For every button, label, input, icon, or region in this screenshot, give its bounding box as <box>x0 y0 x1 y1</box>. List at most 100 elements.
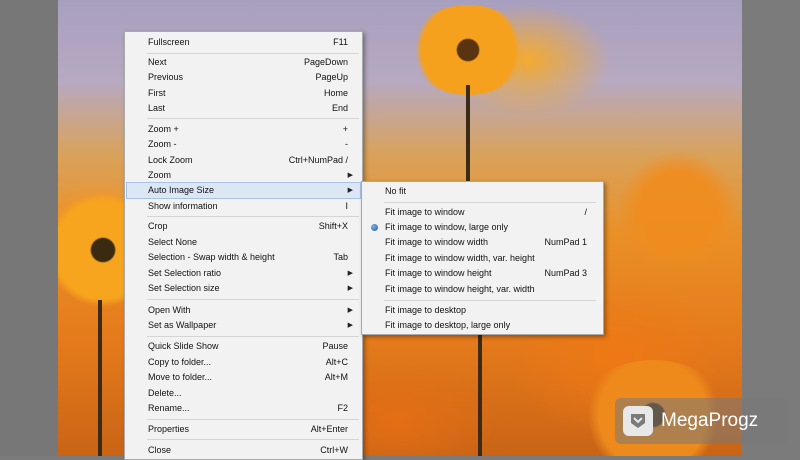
menu-item-zoom[interactable]: Zoom ▶ <box>127 168 360 183</box>
menu-item-label: Auto Image Size <box>148 185 215 195</box>
viewer-left-margin <box>0 0 58 456</box>
menu-item-lock-zoom[interactable]: Lock Zoom Ctrl+NumPad / <box>127 153 360 168</box>
menu-item-label: Previous <box>148 72 184 82</box>
menu-item-label: Open With <box>148 305 191 315</box>
flower-stem <box>98 300 102 456</box>
menu-item-label: Next <box>148 57 167 67</box>
menu-item-shortcut: PageUp <box>315 72 348 82</box>
menu-item-shortcut: Pause <box>322 341 348 351</box>
menu-separator <box>384 300 596 301</box>
menu-item-label: Set Selection size <box>148 283 220 293</box>
menu-item-zoom-out[interactable]: Zoom - - <box>127 137 360 152</box>
menu-item-label: Move to folder... <box>148 372 213 382</box>
menu-separator <box>147 336 359 337</box>
selected-radio-icon <box>371 224 378 231</box>
submenu-item-fit-window[interactable]: Fit image to window / <box>364 205 601 220</box>
menu-separator <box>147 299 359 300</box>
menu-item-select-none[interactable]: Select None <box>127 235 360 250</box>
menu-item-label: Fit image to window width, var. height <box>385 253 535 263</box>
menu-separator <box>147 53 359 54</box>
menu-item-label: Zoom - <box>148 139 177 149</box>
menu-item-quick-slide-show[interactable]: Quick Slide Show Pause <box>127 339 360 354</box>
submenu-item-no-fit[interactable]: No fit <box>364 184 601 199</box>
menu-item-show-information[interactable]: Show information I <box>127 199 360 214</box>
menu-item-shortcut: NumPad 3 <box>544 268 587 278</box>
menu-item-shortcut: / <box>584 207 587 217</box>
brand-logo-icon <box>623 406 653 436</box>
watermark-text: MegaProgz <box>661 410 759 431</box>
submenu-item-fit-window-large-only[interactable]: Fit image to window, large only <box>364 220 601 235</box>
menu-separator <box>147 118 359 119</box>
auto-image-size-submenu: No fit Fit image to window / Fit image t… <box>361 181 604 335</box>
menu-separator <box>147 216 359 217</box>
menu-item-shortcut: F11 <box>333 37 348 47</box>
menu-item-shortcut: End <box>331 103 348 113</box>
menu-item-label: Lock Zoom <box>148 155 193 165</box>
flower-decoration <box>408 5 528 95</box>
menu-item-set-selection-size[interactable]: Set Selection size ▶ <box>127 281 360 296</box>
menu-item-label: Copy to folder... <box>148 357 212 367</box>
menu-item-label: Show information <box>148 201 218 211</box>
menu-item-shortcut: - <box>345 139 348 149</box>
menu-item-label: No fit <box>385 186 407 196</box>
menu-item-shortcut: Alt+Enter <box>310 424 348 434</box>
submenu-arrow-icon: ▶ <box>347 187 353 194</box>
submenu-item-fit-window-width-var-height[interactable]: Fit image to window width, var. height <box>364 251 601 266</box>
menu-item-auto-image-size[interactable]: Auto Image Size ▶ <box>126 182 361 199</box>
submenu-arrow-icon: ▶ <box>347 172 353 179</box>
menu-item-fullscreen[interactable]: Fullscreen F11 <box>127 35 360 50</box>
menu-item-label: Rename... <box>148 403 190 413</box>
menu-item-label: Set as Wallpaper <box>148 320 217 330</box>
menu-item-set-as-wallpaper[interactable]: Set as Wallpaper ▶ <box>127 318 360 333</box>
menu-item-shortcut: PageDown <box>303 57 348 67</box>
menu-item-label: Zoom + <box>148 124 179 134</box>
menu-item-crop[interactable]: Crop Shift+X <box>127 219 360 234</box>
menu-item-shortcut: Alt+C <box>325 357 348 367</box>
menu-item-shortcut: I <box>345 201 348 211</box>
menu-item-label: Last <box>148 103 166 113</box>
submenu-item-fit-window-height[interactable]: Fit image to window height NumPad 3 <box>364 266 601 281</box>
menu-item-last[interactable]: Last End <box>127 101 360 116</box>
menu-item-shortcut: Shift+X <box>318 221 348 231</box>
menu-item-shortcut: Home <box>323 88 348 98</box>
menu-item-set-selection-ratio[interactable]: Set Selection ratio ▶ <box>127 266 360 281</box>
menu-item-label: Fit image to window height, var. width <box>385 284 535 294</box>
menu-separator <box>384 202 596 203</box>
menu-item-delete[interactable]: Delete... <box>127 386 360 401</box>
menu-separator <box>147 419 359 420</box>
menu-item-properties[interactable]: Properties Alt+Enter <box>127 422 360 437</box>
menu-item-label: Fit image to desktop, large only <box>385 320 511 330</box>
menu-item-next[interactable]: Next PageDown <box>127 55 360 70</box>
submenu-item-fit-desktop-large-only[interactable]: Fit image to desktop, large only <box>364 318 601 333</box>
menu-item-first[interactable]: First Home <box>127 86 360 101</box>
menu-item-open-with[interactable]: Open With ▶ <box>127 303 360 318</box>
context-menu: Fullscreen F11 Next PageDown Previous Pa… <box>124 31 363 460</box>
submenu-item-fit-window-width[interactable]: Fit image to window width NumPad 1 <box>364 235 601 250</box>
menu-item-rename[interactable]: Rename... F2 <box>127 401 360 416</box>
menu-item-previous[interactable]: Previous PageUp <box>127 70 360 85</box>
menu-item-shortcut: Ctrl+NumPad / <box>288 155 348 165</box>
menu-item-zoom-in[interactable]: Zoom + + <box>127 122 360 137</box>
submenu-arrow-icon: ▶ <box>347 322 353 329</box>
menu-item-label: Fit image to window, large only <box>385 222 509 232</box>
menu-item-label: Quick Slide Show <box>148 341 219 351</box>
menu-item-copy-to-folder[interactable]: Copy to folder... Alt+C <box>127 355 360 370</box>
flower-stem <box>478 330 482 456</box>
menu-item-label: First <box>148 88 166 98</box>
menu-item-label: Selection - Swap width & height <box>148 252 275 262</box>
menu-item-swap-selection[interactable]: Selection - Swap width & height Tab <box>127 250 360 265</box>
submenu-item-fit-desktop[interactable]: Fit image to desktop <box>364 303 601 318</box>
submenu-item-fit-window-height-var-width[interactable]: Fit image to window height, var. width <box>364 282 601 297</box>
submenu-arrow-icon: ▶ <box>347 270 353 277</box>
menu-item-shortcut: + <box>342 124 348 134</box>
menu-item-label: Fit image to window height <box>385 268 492 278</box>
menu-item-label: Delete... <box>148 388 182 398</box>
menu-item-label: Set Selection ratio <box>148 268 222 278</box>
menu-item-shortcut: Tab <box>333 252 348 262</box>
menu-item-label: Zoom <box>148 170 172 180</box>
submenu-arrow-icon: ▶ <box>347 285 353 292</box>
menu-item-move-to-folder[interactable]: Move to folder... Alt+M <box>127 370 360 385</box>
menu-item-label: Properties <box>148 424 190 434</box>
menu-item-label: Crop <box>148 221 168 231</box>
viewer-right-margin <box>742 0 800 456</box>
